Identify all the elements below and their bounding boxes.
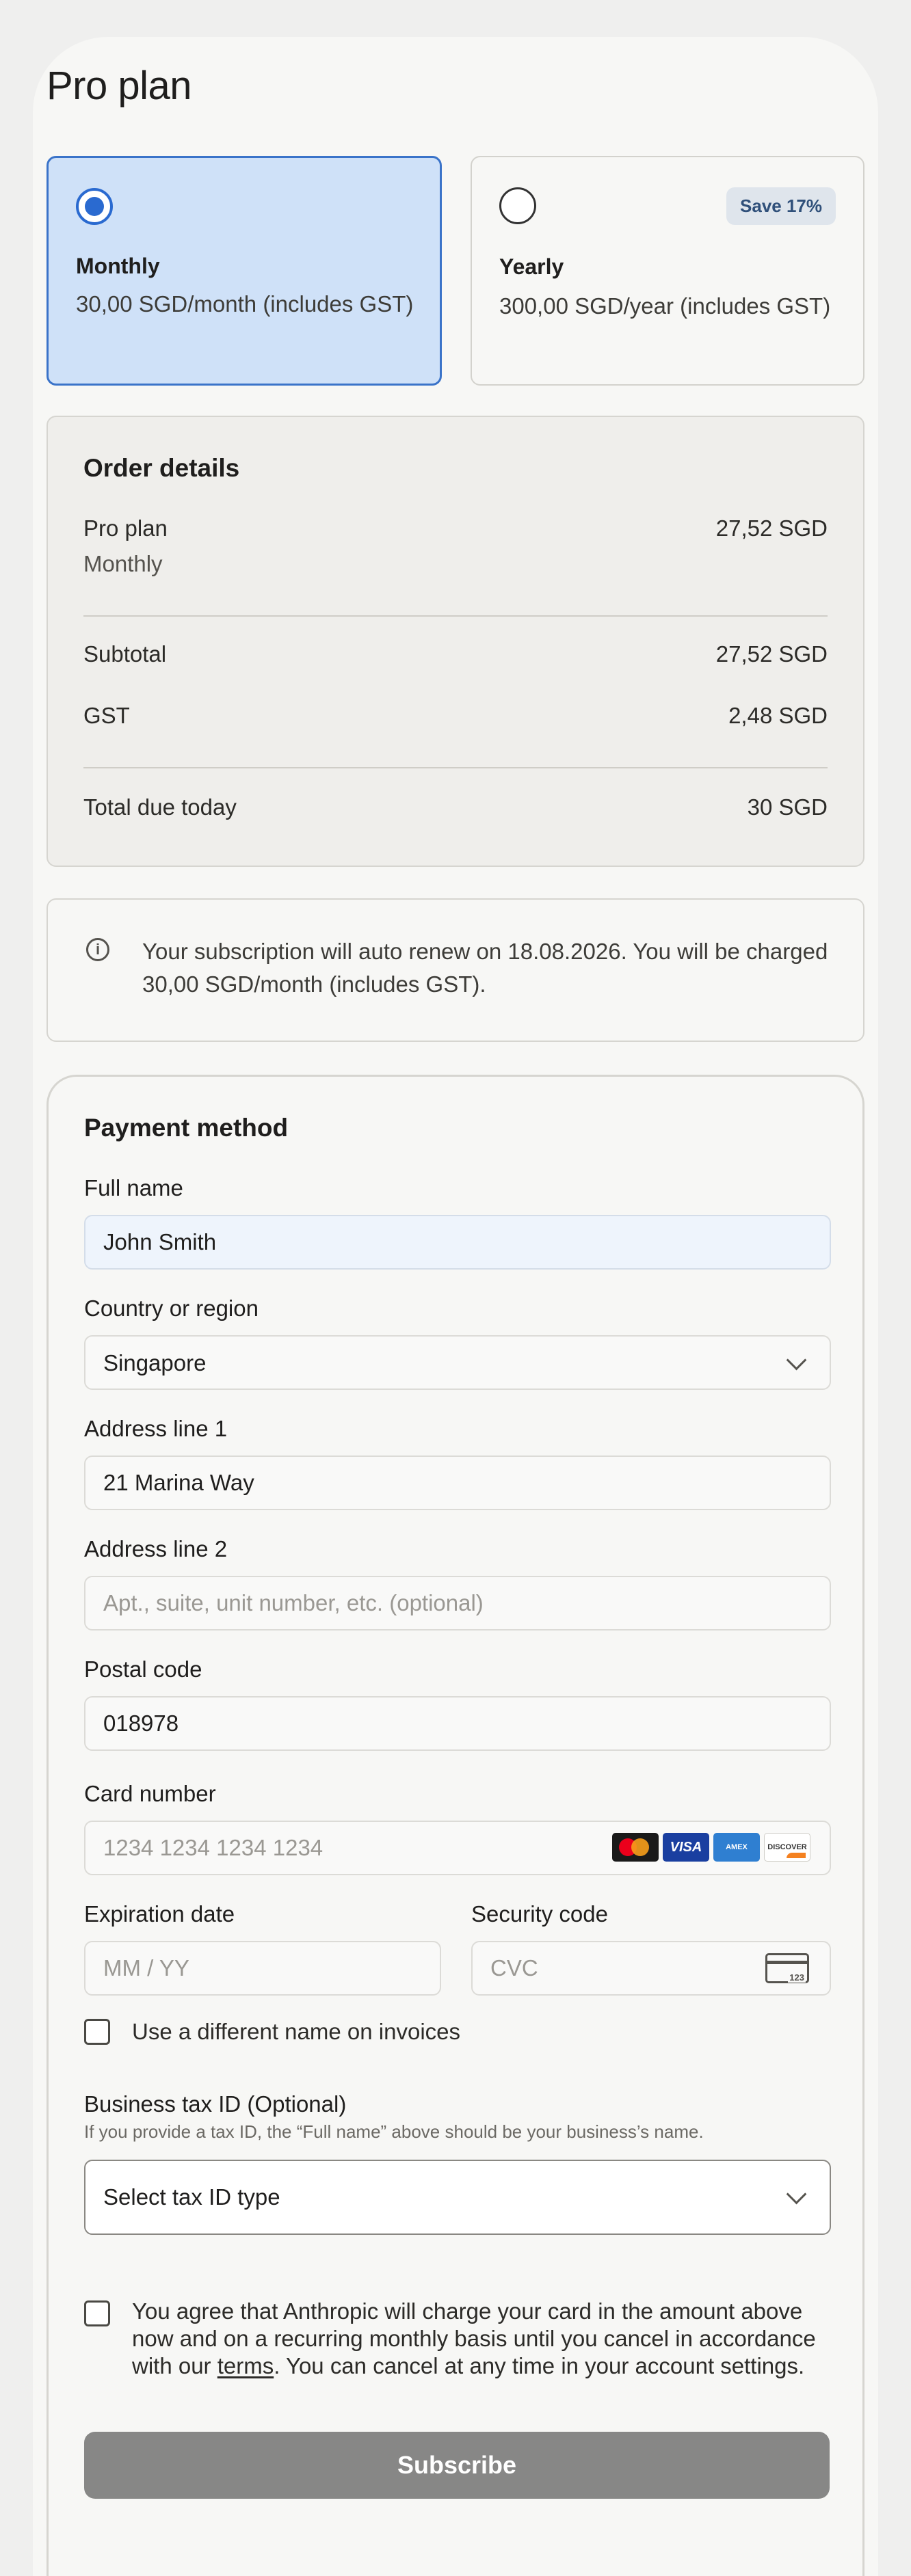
tax-label: GST [83, 703, 130, 728]
full-name-label: Full name [84, 1175, 183, 1200]
card-cvc-icon: 123 [765, 1953, 809, 1983]
security-code-label: Security code [471, 1901, 608, 1927]
order-item-name: Pro plan [83, 515, 168, 541]
save-badge: Save 17% [726, 187, 836, 225]
plan-name-yearly: Yearly [499, 254, 564, 279]
chevron-down-icon [786, 2184, 807, 2205]
agreement-text: You agree that Anthropic will charge you… [132, 2298, 816, 2378]
subtotal-label: Subtotal [83, 641, 167, 667]
plan-price-monthly: 30,00 SGD/month (includes GST) [76, 291, 414, 317]
address-line1-label: Address line 1 [84, 1416, 228, 1441]
address-line1-input[interactable] [84, 1455, 831, 1510]
order-item-price: 27,52 SGD [715, 515, 828, 541]
address-line2-label: Address line 2 [84, 1536, 228, 1561]
plan-option-yearly[interactable]: Save 17% Yearly 300,00 SGD/year (include… [471, 156, 864, 386]
amex-icon: AMEX [713, 1833, 760, 1862]
radio-yearly[interactable] [499, 187, 536, 224]
total-value: 30 SGD [747, 794, 828, 820]
payment-method-title: Payment method [84, 1114, 289, 1142]
chevron-down-icon [786, 1350, 807, 1371]
tax-id-label: Business tax ID (Optional) [84, 2091, 347, 2117]
order-details-card: Order details Pro plan 27,52 SGD Monthly… [47, 416, 864, 867]
country-label: Country or region [84, 1296, 259, 1321]
visa-icon: VISA [663, 1833, 709, 1862]
renewal-notice: i Your subscription will auto renew on 1… [47, 898, 864, 1042]
tax-id-type-placeholder: Select tax ID type [103, 2184, 280, 2210]
tax-id-type-select[interactable]: Select tax ID type [84, 2160, 831, 2235]
plan-price-yearly: 300,00 SGD/year (includes GST) [499, 293, 831, 319]
info-icon: i [86, 938, 109, 961]
plan-name-monthly: Monthly [76, 254, 160, 278]
agreement-checkbox[interactable] [84, 2300, 110, 2326]
order-details-title: Order details [83, 454, 240, 482]
card-number-field: VISA AMEX DISCOVER [84, 1821, 831, 1875]
postal-code-input[interactable] [84, 1696, 831, 1751]
expiration-date-input[interactable] [84, 1941, 441, 1996]
country-select[interactable]: Singapore [84, 1335, 831, 1390]
postal-code-label: Postal code [84, 1656, 202, 1682]
tax-value: 2,48 SGD [728, 703, 828, 728]
different-invoice-name-checkbox[interactable] [84, 2019, 110, 2045]
radio-monthly[interactable] [76, 188, 113, 225]
different-invoice-name-label: Use a different name on invoices [132, 2019, 460, 2044]
security-code-field: 123 [471, 1941, 831, 1996]
checkout-screen: Pro plan Monthly 30,00 SGD/month (includ… [33, 37, 878, 2576]
divider [83, 615, 828, 617]
subtotal-value: 27,52 SGD [715, 641, 828, 667]
address-line2-input[interactable] [84, 1576, 831, 1631]
discover-icon: DISCOVER [764, 1833, 810, 1862]
mastercard-icon [612, 1833, 659, 1862]
page-title: Pro plan [47, 64, 192, 108]
expiration-date-label: Expiration date [84, 1901, 235, 1927]
renewal-notice-text: Your subscription will auto renew on 18.… [142, 939, 828, 997]
plan-option-monthly[interactable]: Monthly 30,00 SGD/month (includes GST) [47, 156, 442, 386]
total-label: Total due today [83, 794, 237, 820]
card-number-label: Card number [84, 1781, 216, 1806]
order-item-period: Monthly [83, 551, 163, 576]
tax-id-helper: If you provide a tax ID, the “Full name”… [84, 2121, 704, 2142]
terms-link[interactable]: terms [217, 2353, 274, 2378]
subscribe-button[interactable]: Subscribe [84, 2432, 830, 2499]
divider [83, 767, 828, 768]
payment-method-card: Payment method Full name Country or regi… [47, 1075, 864, 2576]
country-value: Singapore [103, 1350, 207, 1376]
full-name-input[interactable] [84, 1215, 831, 1270]
